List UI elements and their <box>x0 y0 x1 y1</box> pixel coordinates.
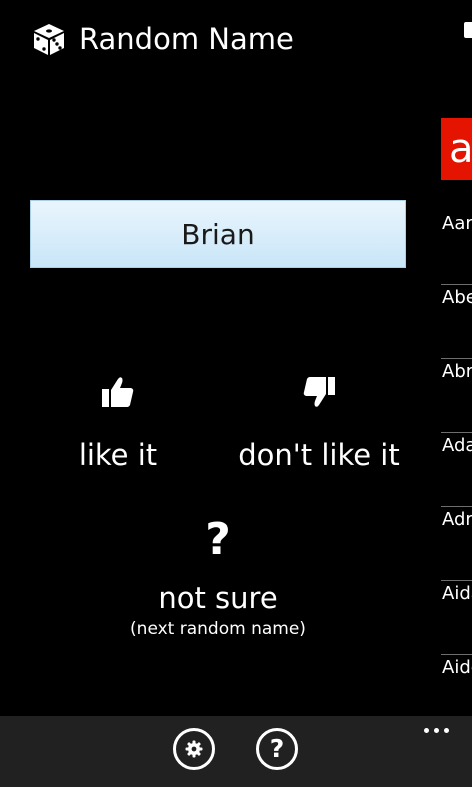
current-name-button[interactable]: Brian <box>30 200 406 268</box>
not-sure-button[interactable]: ? not sure (next random name) <box>100 518 336 641</box>
app-bar: ? <box>0 716 472 787</box>
dislike-label: don't like it <box>238 438 400 472</box>
list-item[interactable]: Adam <box>441 434 472 507</box>
gear-icon <box>185 740 203 758</box>
like-label: like it <box>78 438 158 472</box>
thumbs-up-icon <box>102 377 134 407</box>
app-title: Random Name <box>79 22 294 56</box>
list-item[interactable]: Adrian <box>441 508 472 581</box>
not-sure-sublabel: (next random name) <box>130 619 306 639</box>
list-item[interactable]: Aiden <box>441 656 472 718</box>
not-sure-label: not sure <box>158 581 278 615</box>
list-item[interactable]: Aidan <box>441 582 472 655</box>
dislike-button[interactable]: don't like it <box>236 375 402 473</box>
list-item[interactable]: Abel <box>441 286 472 359</box>
dice-icon <box>34 24 64 55</box>
app-header: Random Name <box>0 0 472 80</box>
question-icon: ? <box>205 514 231 565</box>
thumbs-down-icon <box>303 377 335 407</box>
list-item[interactable]: Abraham <box>441 360 472 433</box>
like-button[interactable]: like it <box>58 375 178 473</box>
letter-group-tile[interactable]: a <box>441 118 472 180</box>
help-button[interactable]: ? <box>256 728 298 770</box>
more-options-button[interactable] <box>424 728 452 734</box>
list-item[interactable]: Aaron <box>441 212 472 285</box>
settings-button[interactable] <box>173 728 215 770</box>
help-icon: ? <box>269 734 285 763</box>
name-list-panel[interactable]: a Aaron Abel Abraham Adam Adrian Aidan A… <box>441 118 472 718</box>
peek-edge-mark <box>464 22 472 38</box>
